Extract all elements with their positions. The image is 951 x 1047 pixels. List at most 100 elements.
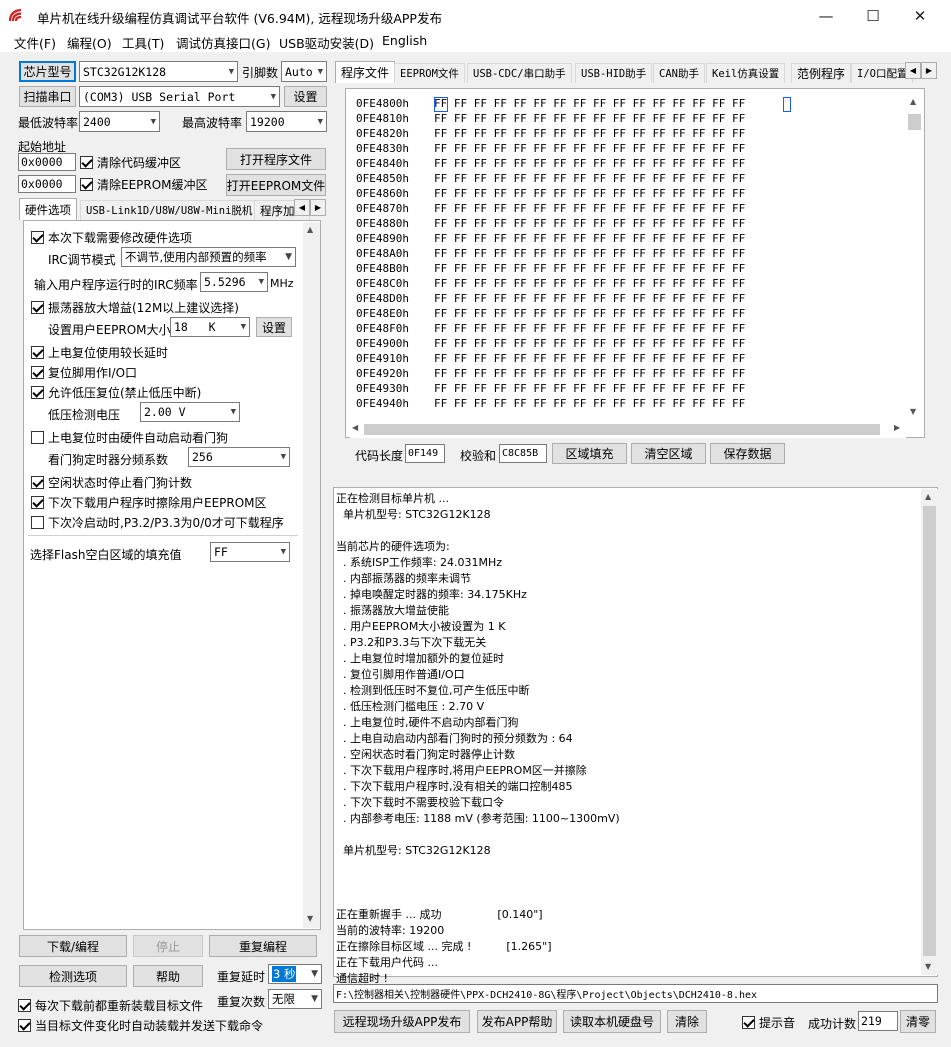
hex-vscrollbar[interactable]: ▲ ▼ xyxy=(906,97,923,422)
long-reset-delay-checkbox[interactable]: 上电复位使用较长延时 xyxy=(31,344,168,361)
log-output[interactable]: 正在检测目标单片机 ... 单片机型号: STC32G12K128 当前芯片的硬件… xyxy=(333,487,938,985)
minimize-button[interactable]: — xyxy=(803,0,849,31)
log-line: . 检测到低压时不复位,可产生低压中断 xyxy=(336,684,530,697)
app-help-button[interactable]: 发布APP帮助 xyxy=(477,1010,557,1033)
scroll-left-icon[interactable]: ◀ xyxy=(352,423,358,432)
menu-program[interactable]: 编程(O) xyxy=(67,33,112,52)
scroll-up-icon[interactable]: ▲ xyxy=(925,492,931,501)
hex-viewer[interactable]: 0FE4800h FF FF FF FF FF FF FF FF FF FF FF… xyxy=(345,88,925,438)
eeprom-size-select[interactable]: 18 K ▼ xyxy=(170,317,250,337)
auto-load-checkbox[interactable]: 当目标文件变化时自动装载并发送下载命令 xyxy=(18,1017,263,1034)
clear-log-button[interactable]: 清除 xyxy=(667,1010,707,1033)
tab-can[interactable]: CAN助手 xyxy=(653,63,705,83)
arrow-left-icon[interactable]: ◀ xyxy=(905,62,921,79)
tab-examples[interactable]: 范例程序 xyxy=(791,63,852,83)
scroll-down-icon[interactable]: ▼ xyxy=(307,914,313,923)
tab-io-config[interactable]: I/O口配置 xyxy=(851,63,913,83)
scroll-thumb[interactable] xyxy=(364,424,880,435)
tab-keil[interactable]: Keil仿真设置 xyxy=(706,63,786,83)
repeat-program-button[interactable]: 重复编程 xyxy=(209,935,317,957)
low-voltage-reset-checkbox[interactable]: 允许低压复位(禁止低压中断) xyxy=(31,384,201,401)
pins-select[interactable]: Auto ▼ xyxy=(281,61,327,82)
tab-usb-cdc[interactable]: USB-CDC/串口助手 xyxy=(467,63,572,83)
checkbox-label: 空闲状态时停止看门狗计数 xyxy=(48,476,193,490)
close-button[interactable]: ✕ xyxy=(897,0,943,31)
reset-pin-io-checkbox[interactable]: 复位脚用作I/O口 xyxy=(31,364,137,381)
menu-english[interactable]: English xyxy=(382,33,427,48)
arrow-right-icon[interactable]: ▶ xyxy=(310,199,326,216)
hex-row: 0FE4840h FF FF FF FF FF FF FF FF FF FF FF… xyxy=(356,157,745,172)
hex-hscrollbar[interactable]: ◀ ▶ xyxy=(350,421,906,438)
eeprom-start-address-input[interactable]: 0x0000 xyxy=(18,175,76,193)
irc-freq-select[interactable]: 5.5296 ▼ xyxy=(200,272,268,292)
hex-row: 0FE4930h FF FF FF FF FF FF FF FF FF FF FF… xyxy=(356,382,745,397)
menu-file[interactable]: 文件(F) xyxy=(14,33,56,52)
help-button[interactable]: 帮助 xyxy=(133,965,203,987)
hw-panel-scrollbar[interactable]: ▲ ▼ xyxy=(303,222,320,928)
area-fill-button[interactable]: 区域填充 xyxy=(552,443,627,464)
code-start-address-input[interactable]: 0x0000 xyxy=(18,153,76,171)
wdt-auto-start-checkbox[interactable]: 上电复位时由硬件自动启动看门狗 xyxy=(31,429,228,446)
open-eeprom-file-button[interactable]: 打开EEPROM文件 xyxy=(226,174,326,196)
max-baud-select[interactable]: 19200 ▼ xyxy=(246,111,327,132)
repeat-count-select[interactable]: 无限 ▼ xyxy=(268,989,322,1009)
scan-port-button[interactable]: 扫描串口 xyxy=(19,86,76,107)
tab-eeprom-file[interactable]: EEPROM文件 xyxy=(394,63,465,83)
chip-model-select[interactable]: STC32G12K128 ▼ xyxy=(79,61,238,82)
log-line: . 内部振荡器的频率未调节 xyxy=(336,572,471,585)
eeprom-size-set-button[interactable]: 设置 xyxy=(256,317,292,337)
scroll-thumb[interactable] xyxy=(923,506,936,956)
osc-gain-checkbox[interactable]: 振荡器放大增益(12M以上建议选择) xyxy=(31,299,239,316)
scroll-down-icon[interactable]: ▼ xyxy=(910,407,916,416)
erase-eeprom-checkbox[interactable]: 下次下载用户程序时擦除用户EEPROM区 xyxy=(31,494,267,511)
chip-model-button[interactable]: 芯片型号 xyxy=(19,61,76,82)
right-tab-spinner[interactable]: ◀ ▶ xyxy=(905,62,937,79)
tab-program-file[interactable]: 程序文件 xyxy=(335,61,396,83)
log-vscrollbar[interactable]: ▲ ▼ xyxy=(921,489,938,975)
tab-usb-link[interactable]: USB-Link1D/U8W/U8W-Mini脱机 xyxy=(80,200,259,220)
menu-debug[interactable]: 调试仿真接口(G) xyxy=(176,33,270,52)
port-select[interactable]: (COM3) USB Serial Port ▼ xyxy=(79,86,280,107)
hex-address: 0FE48A0h xyxy=(356,247,409,260)
p32-p33-download-checkbox[interactable]: 下次冷启动时,P3.2/P3.3为0/0才可下载程序 xyxy=(31,514,284,531)
tab-hardware-options[interactable]: 硬件选项 xyxy=(19,198,77,220)
check-options-button[interactable]: 检测选项 xyxy=(19,965,127,987)
idle-stop-wdt-checkbox[interactable]: 空闲状态时停止看门狗计数 xyxy=(31,474,192,491)
stop-button[interactable]: 停止 xyxy=(133,935,203,957)
scroll-thumb[interactable] xyxy=(908,114,921,130)
save-data-button[interactable]: 保存数据 xyxy=(710,443,785,464)
flash-fill-select[interactable]: FF ▼ xyxy=(210,542,290,562)
irc-mode-select[interactable]: 不调节,使用内部预置的频率 ▼ xyxy=(121,247,296,267)
lvd-voltage-select[interactable]: 2.00 V ▼ xyxy=(140,402,240,422)
beep-checkbox[interactable]: 提示音 xyxy=(742,1014,795,1031)
checkbox-box xyxy=(31,231,44,244)
remote-app-publish-button[interactable]: 远程现场升级APP发布 xyxy=(334,1010,470,1033)
log-line: . 内部参考电压: 1188 mV (参考范围: 1100~1300mV) xyxy=(336,812,620,825)
open-program-file-button[interactable]: 打开程序文件 xyxy=(226,148,326,170)
tab-usb-hid[interactable]: USB-HID助手 xyxy=(575,63,653,83)
clear-area-button[interactable]: 清空区域 xyxy=(631,443,706,464)
clear-eeprom-buffer-checkbox[interactable]: 清除EEPROM缓冲区 xyxy=(80,176,208,193)
arrow-right-icon[interactable]: ▶ xyxy=(921,62,937,79)
modify-hw-checkbox[interactable]: 本次下载需要修改硬件选项 xyxy=(31,229,192,246)
scroll-up-icon[interactable]: ▲ xyxy=(910,97,916,106)
arrow-left-icon[interactable]: ◀ xyxy=(294,199,310,216)
reset-count-button[interactable]: 清零 xyxy=(900,1010,936,1033)
clear-code-buffer-checkbox[interactable]: 清除代码缓冲区 xyxy=(80,154,181,171)
menu-tools[interactable]: 工具(T) xyxy=(122,33,164,52)
repeat-delay-select[interactable]: 3 秒 ▼ xyxy=(268,964,322,984)
download-program-button[interactable]: 下载/编程 xyxy=(19,935,127,957)
reload-before-download-checkbox[interactable]: 每次下载前都重新装载目标文件 xyxy=(18,997,203,1014)
port-settings-button[interactable]: 设置 xyxy=(284,86,327,107)
hex-address: 0FE48C0h xyxy=(356,277,409,290)
min-baud-select[interactable]: 2400 ▼ xyxy=(79,111,160,132)
hex-row: 0FE48B0h FF FF FF FF FF FF FF FF FF FF FF… xyxy=(356,262,745,277)
menu-usb-driver[interactable]: USB驱动安装(D) xyxy=(279,33,374,52)
tab-scroll-spinner[interactable]: ◀ ▶ xyxy=(294,199,326,216)
scroll-up-icon[interactable]: ▲ xyxy=(307,225,313,234)
scroll-right-icon[interactable]: ▶ xyxy=(894,423,900,432)
wdt-divider-select[interactable]: 256 ▼ xyxy=(188,447,290,467)
read-disk-id-button[interactable]: 读取本机硬盘号 xyxy=(563,1010,661,1033)
scroll-down-icon[interactable]: ▼ xyxy=(925,962,931,971)
maximize-button[interactable]: ☐ xyxy=(850,0,896,31)
